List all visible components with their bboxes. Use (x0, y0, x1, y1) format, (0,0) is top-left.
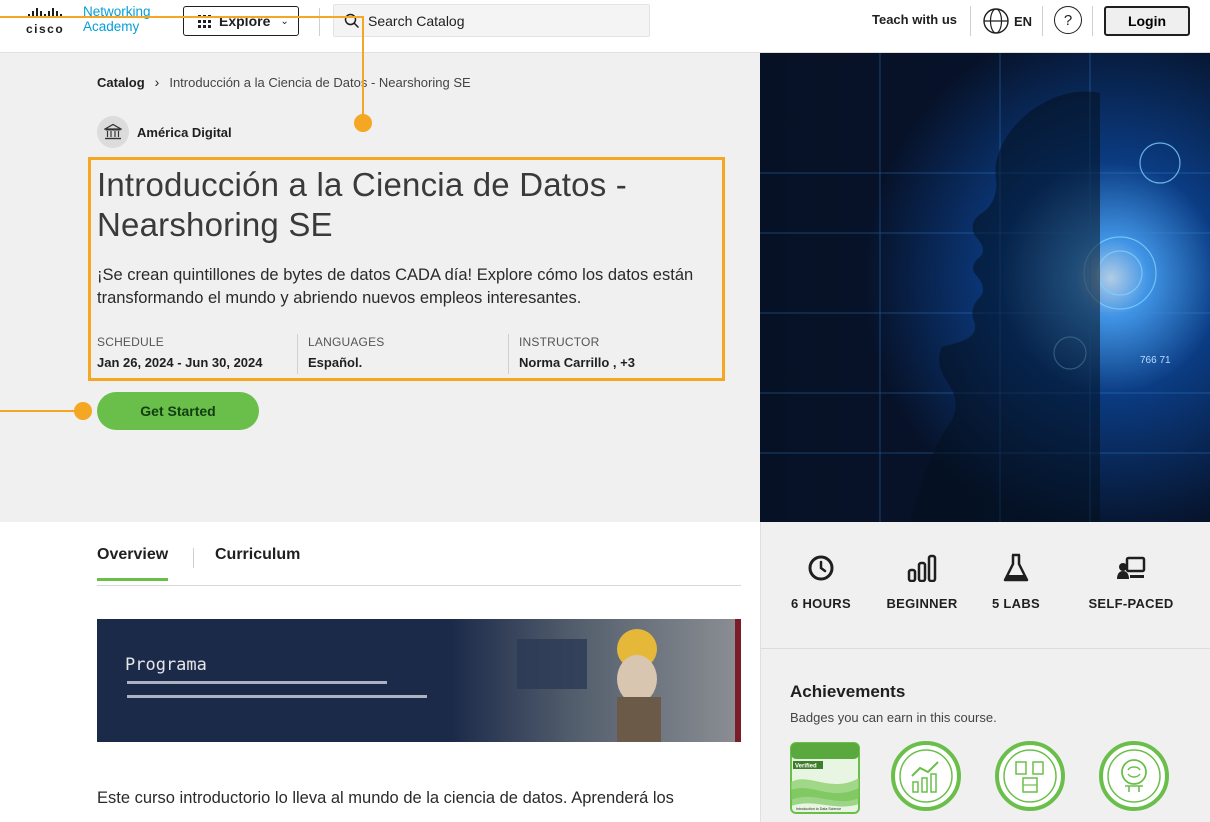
flask-icon (1003, 553, 1029, 582)
search-icon (344, 13, 360, 28)
stat-duration: 6 HOURS (771, 552, 871, 611)
annotation-dot (74, 402, 92, 420)
login-button[interactable]: Login (1104, 6, 1190, 36)
breadcrumb-catalog-link[interactable]: Catalog (97, 75, 145, 90)
annotation-dot (354, 114, 372, 132)
explore-button[interactable]: Explore ⌄ (183, 6, 299, 36)
self-paced-icon (1117, 556, 1146, 579)
stat-labs-label: 5 LABS (991, 596, 1041, 611)
help-icon[interactable]: ? (1054, 6, 1082, 34)
tab-overview[interactable]: Overview (97, 546, 169, 581)
teach-with-us-link[interactable]: Teach with us (872, 12, 957, 27)
course-hero: Catalog › Introducción a la Ciencia de D… (0, 53, 760, 522)
globe-icon (983, 8, 1009, 34)
top-navigation: cisco Networking Academy Explore ⌄ Teach… (0, 0, 1210, 53)
stat-pace-label: SELF-PACED (1088, 596, 1174, 611)
search-box[interactable] (333, 4, 650, 37)
tab-divider (193, 548, 194, 568)
breadcrumb-current: Introducción a la Ciencia de Datos - Nea… (169, 74, 471, 90)
nav-divider (1042, 6, 1043, 36)
stat-level: BEGINNER (872, 552, 972, 611)
stat-duration-label: 6 HOURS (791, 596, 851, 611)
annotation-line (362, 16, 364, 122)
language-selector[interactable]: EN (982, 6, 1032, 36)
annotation-highlight-box (88, 157, 725, 381)
language-label: EN (1014, 13, 1033, 29)
course-banner-image: Programa (97, 619, 741, 742)
badge-data-storage[interactable] (995, 740, 1065, 817)
hero-image: 766 71 (760, 53, 1210, 522)
institution-icon (97, 116, 129, 148)
badge-data-analysis[interactable] (891, 740, 961, 817)
nav-divider (319, 8, 320, 36)
course-provider: América Digital (97, 116, 232, 148)
cisco-networking-academy-logo[interactable]: cisco Networking Academy (26, 4, 176, 38)
annotation-line (0, 410, 84, 412)
breadcrumb: Catalog › Introducción a la Ciencia de D… (97, 74, 471, 90)
tab-curriculum[interactable]: Curriculum (215, 546, 300, 578)
stat-level-label: BEGINNER (886, 596, 958, 611)
get-started-button[interactable]: Get Started (97, 392, 259, 430)
achievements-title: Achievements (790, 682, 906, 701)
annotation-line (0, 16, 364, 18)
logo-brand: cisco (26, 22, 65, 36)
nav-divider (970, 6, 971, 36)
badge-verified-tag: Verified (795, 764, 817, 770)
provider-name: América Digital (137, 124, 232, 140)
course-stats: 6 HOURS BEGINNER 5 LABS SELF-PACED (761, 522, 1210, 649)
stat-labs: 5 LABS (966, 552, 1066, 611)
overview-text: Este curso introductorio lo lleva al mun… (97, 789, 674, 807)
stat-pace: SELF-PACED (1071, 552, 1191, 611)
hero-image-overlay-text: 766 71 (1140, 355, 1171, 366)
bar-chart-icon (907, 554, 937, 582)
banner-edge (735, 619, 741, 742)
banner-title: Programa (125, 655, 207, 675)
chevron-right-icon: › (154, 74, 160, 90)
achievements-subtitle: Badges you can earn in this course. (790, 710, 997, 725)
badge-verified-certificate[interactable]: Verified Introduction to Data Science (790, 742, 860, 819)
badge-caption: Introduction to Data Science (796, 807, 841, 811)
search-input[interactable] (368, 12, 628, 29)
course-sidebar: 6 HOURS BEGINNER 5 LABS SELF-PACED Achie… (760, 522, 1210, 822)
nav-divider (1092, 6, 1093, 36)
course-tabs: Overview Curriculum (97, 546, 741, 586)
logo-line2: Academy (83, 19, 140, 34)
badge-ai-brain[interactable] (1099, 740, 1169, 817)
clock-icon (808, 555, 834, 581)
